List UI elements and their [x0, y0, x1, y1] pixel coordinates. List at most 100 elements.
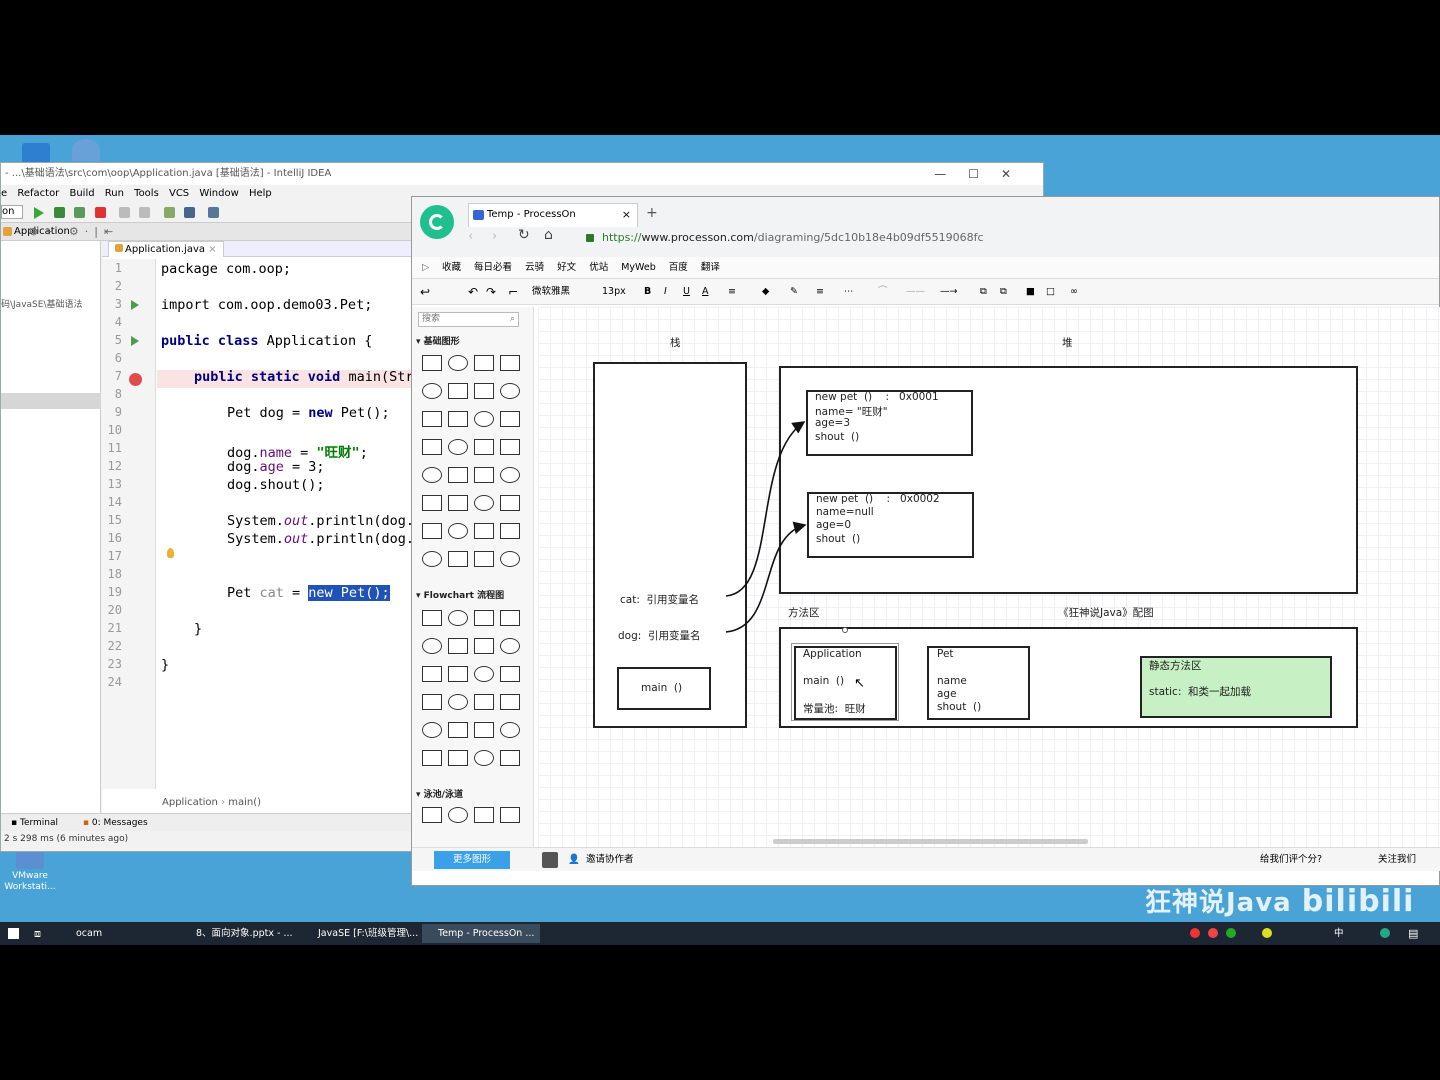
palette-shape[interactable] — [422, 411, 442, 427]
static-method-area-box[interactable]: 静态方法区 static: 和类一起加载 — [1140, 656, 1332, 718]
palette-shape[interactable] — [448, 638, 468, 654]
bookmark-daily[interactable]: 每日必看 — [474, 262, 512, 273]
desktop-icon-vmware[interactable]: VMware Workstati... — [0, 847, 60, 893]
underline-icon[interactable]: U — [683, 279, 690, 305]
palette-shape[interactable] — [422, 383, 442, 399]
tab-messages[interactable]: 0: Messages — [92, 818, 148, 828]
breadcrumb-method[interactable]: main() — [228, 797, 261, 808]
palette-shape[interactable] — [422, 523, 442, 539]
palette-shape[interactable] — [422, 807, 442, 823]
forward-icon[interactable]: › — [492, 229, 497, 244]
menu-item-edit[interactable]: e — [1, 188, 7, 199]
ime-indicator[interactable]: 中 — [1334, 922, 1344, 945]
unlock-icon[interactable]: □ — [1046, 279, 1055, 305]
palette-shape[interactable] — [422, 666, 442, 682]
redo-icon[interactable]: ↷ — [486, 279, 496, 305]
palette-shape[interactable] — [500, 694, 520, 710]
arrow-end-icon[interactable]: —→ — [940, 279, 957, 305]
code-selection[interactable]: new Pet(); — [308, 585, 390, 601]
settings-icon[interactable] — [164, 207, 175, 218]
reload-icon[interactable]: ↻ — [518, 227, 530, 243]
palette-shape[interactable] — [474, 610, 494, 626]
palette-shape[interactable] — [500, 638, 520, 654]
project-path[interactable]: 码\JavaSE\基础语法 — [1, 297, 82, 310]
palette-shape[interactable] — [422, 750, 442, 766]
deploy-icon[interactable] — [139, 207, 150, 218]
menu-item-run[interactable]: Run — [105, 188, 124, 199]
undo-back-icon[interactable]: ↩ — [420, 279, 430, 305]
palette-shape[interactable] — [474, 722, 494, 738]
palette-shape[interactable] — [448, 523, 468, 539]
palette-shape[interactable] — [474, 638, 494, 654]
palette-shape[interactable] — [500, 807, 520, 823]
fill-color-icon[interactable]: ◆ — [762, 279, 769, 305]
structure-icon[interactable] — [184, 207, 195, 218]
format-painter-icon[interactable]: ⌐ — [508, 279, 518, 305]
italic-icon[interactable]: I — [664, 279, 667, 305]
user-avatar[interactable] — [542, 852, 558, 868]
tray-icon[interactable] — [1208, 928, 1218, 938]
line-style-icon[interactable]: ⋯ — [844, 279, 854, 305]
coverage-icon[interactable] — [74, 207, 85, 218]
bookmark-baidu[interactable]: 百度 — [669, 262, 688, 273]
build-icon[interactable] — [119, 207, 130, 218]
tray-icon[interactable] — [1262, 928, 1272, 938]
palette-section-flowchart[interactable]: ▾ Flowchart 流程图 — [416, 588, 504, 601]
menu-item-refactor[interactable]: Refactor — [17, 188, 59, 199]
line-start-icon[interactable]: —— — [906, 279, 925, 305]
bookmark-translate[interactable]: 翻译 — [701, 262, 720, 273]
menu-item-help[interactable]: Help — [249, 188, 272, 199]
tab-terminal[interactable]: Terminal — [20, 818, 58, 828]
run-icon[interactable] — [34, 207, 44, 219]
send-back-icon[interactable]: ⧉ — [1000, 279, 1007, 305]
palette-shape[interactable] — [448, 610, 468, 626]
run-config-select[interactable]: on — [1, 205, 23, 219]
palette-shape[interactable] — [422, 355, 442, 371]
code-editor[interactable]: Application.java × 1 2 3 4 5 6 7 8 9 10 11 12 13 14 15… — [102, 241, 422, 813]
menu-item-tools[interactable]: Tools — [134, 188, 159, 199]
font-family-select[interactable]: 微软雅黑 — [532, 279, 570, 305]
shape-search-input[interactable]: 搜索 ⌕ — [418, 312, 519, 327]
bookmark-favorites[interactable]: 收藏 — [442, 262, 461, 273]
taskbar-item-ocam[interactable]: ocam — [60, 924, 178, 943]
menu-item-vcs[interactable]: VCS — [169, 188, 189, 199]
palette-shape[interactable] — [474, 383, 494, 399]
palette-shape[interactable] — [500, 439, 520, 455]
desktop-icon-dolphin[interactable] — [56, 139, 116, 163]
palette-shape[interactable] — [500, 383, 520, 399]
palette-shape[interactable] — [474, 355, 494, 371]
breadcrumb-class[interactable]: Application — [162, 797, 218, 808]
notification-icon[interactable]: ▤ — [1408, 922, 1418, 945]
run-class-gutter-icon[interactable] — [131, 300, 139, 310]
palette-shape[interactable] — [422, 551, 442, 567]
palette-shape[interactable] — [500, 551, 520, 567]
palette-shape[interactable] — [448, 495, 468, 511]
palette-shape[interactable] — [422, 467, 442, 483]
connector-icon[interactable]: ⌒ — [878, 279, 888, 305]
font-size-select[interactable]: 13px — [602, 279, 626, 305]
rotate-handle-icon[interactable] — [842, 627, 848, 633]
palette-shape[interactable] — [422, 439, 442, 455]
taskbar-item-ppt[interactable]: 8、面向对象.pptx - ... — [180, 924, 298, 943]
palette-shape[interactable] — [448, 355, 468, 371]
taskbar-item-idea[interactable]: JavaSE [F:\班级管理\... — [302, 924, 420, 943]
palette-shape[interactable] — [500, 750, 520, 766]
lightbulb-icon[interactable] — [167, 548, 174, 558]
sidebar-toggle-icon[interactable]: ▷ — [422, 257, 429, 279]
stop-icon[interactable] — [95, 207, 106, 218]
tab-close-icon[interactable]: × — [622, 204, 631, 226]
palette-shape[interactable] — [422, 610, 442, 626]
windows-start-icon[interactable] — [8, 928, 19, 939]
palette-shape[interactable] — [474, 807, 494, 823]
bold-icon[interactable]: B — [644, 279, 651, 305]
back-icon[interactable]: ‹ — [468, 229, 473, 244]
palette-shape[interactable] — [474, 467, 494, 483]
palette-shape[interactable] — [448, 467, 468, 483]
palette-section-swimlane[interactable]: ▾ 泳池/泳道 — [416, 787, 463, 800]
palette-shape[interactable] — [448, 439, 468, 455]
run-main-gutter-icon[interactable] — [131, 336, 139, 346]
debug-icon[interactable] — [54, 207, 65, 218]
tray-icon[interactable] — [1380, 928, 1390, 938]
palette-shape[interactable] — [500, 495, 520, 511]
palette-shape[interactable] — [500, 411, 520, 427]
